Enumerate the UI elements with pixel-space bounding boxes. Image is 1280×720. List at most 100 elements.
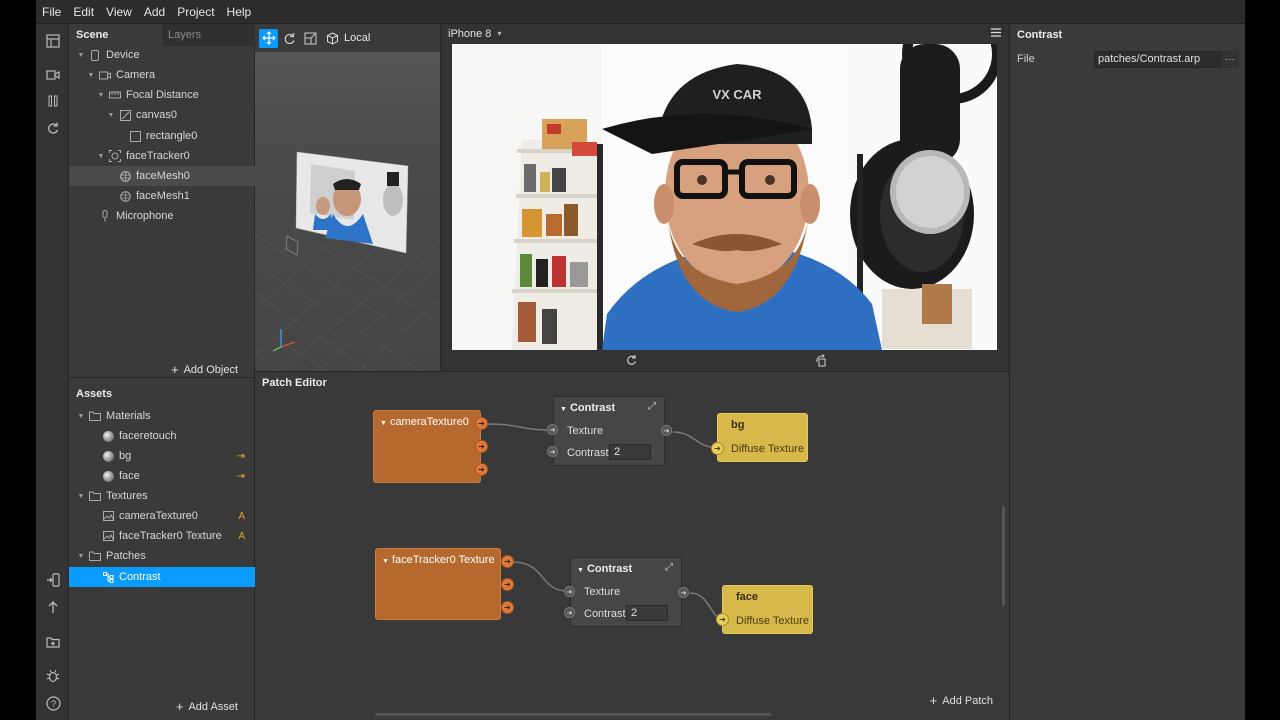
expand-icon[interactable]: ▼ bbox=[106, 112, 116, 119]
expand-icon[interactable]: ▼ bbox=[76, 553, 86, 560]
output-port[interactable]: ➔ bbox=[678, 587, 689, 598]
output-port[interactable]: ➔ bbox=[501, 578, 514, 591]
help-icon[interactable]: ? bbox=[43, 693, 63, 713]
node-contrast-1[interactable]: ▼ Contrast ⤢ Texture Contrast 2 bbox=[553, 396, 665, 466]
menu-edit[interactable]: Edit bbox=[73, 5, 94, 19]
asset-folder-patches[interactable]: ▼ Patches bbox=[69, 546, 255, 566]
asset-item-face[interactable]: face ⇥ bbox=[69, 466, 255, 486]
add-asset-button[interactable]: + Add Asset bbox=[176, 699, 238, 714]
more-options-button[interactable]: ··· bbox=[1221, 50, 1239, 68]
add-patch-button[interactable]: + Add Patch bbox=[930, 693, 993, 708]
expand-icon[interactable]: ▼ bbox=[76, 52, 86, 59]
tree-item-microphone[interactable]: Microphone bbox=[69, 206, 255, 226]
menu-file[interactable]: File bbox=[42, 5, 61, 19]
node-contrast-2[interactable]: ▼ Contrast ⤢ Texture Contrast 2 bbox=[570, 557, 682, 627]
tree-label: Camera bbox=[116, 69, 156, 81]
layout-icon[interactable] bbox=[43, 31, 63, 51]
hamburger-menu-icon[interactable] bbox=[991, 28, 1001, 37]
asset-item-contrast[interactable]: Contrast bbox=[69, 567, 255, 587]
node-camera-texture[interactable]: ▼ cameraTexture0 bbox=[373, 410, 481, 483]
asset-item-cameratexture0[interactable]: cameraTexture0 A bbox=[69, 506, 255, 526]
plus-icon: + bbox=[929, 693, 938, 708]
assets-panel: Assets ▼ Materials faceretouch bg ⇥ face… bbox=[69, 377, 255, 720]
patch-horizontal-scrollbar[interactable] bbox=[375, 713, 771, 716]
patch-vertical-scrollbar[interactable] bbox=[1002, 506, 1005, 606]
tree-item-facetracker0[interactable]: ▼ faceTracker0 bbox=[69, 146, 255, 166]
asset-label: Textures bbox=[106, 490, 148, 502]
input-port-texture[interactable]: ➔ bbox=[564, 586, 575, 597]
viewport-panel[interactable]: Local bbox=[255, 24, 441, 371]
camera-icon bbox=[99, 69, 111, 81]
asset-folder-textures[interactable]: ▼ Textures bbox=[69, 486, 255, 506]
tree-item-focal-distance[interactable]: ▼ Focal Distance bbox=[69, 85, 255, 105]
tree-item-facemesh1[interactable]: faceMesh1 bbox=[69, 186, 255, 206]
expand-icon[interactable]: ▼ bbox=[96, 92, 106, 99]
expand-icon[interactable]: ▼ bbox=[76, 413, 86, 420]
video-icon[interactable] bbox=[43, 65, 63, 85]
scale-icon[interactable] bbox=[301, 29, 320, 48]
expand-node-icon[interactable]: ⤢ bbox=[648, 401, 656, 412]
cube-icon bbox=[327, 31, 338, 45]
folder-icon bbox=[89, 550, 101, 562]
tree-item-camera[interactable]: ▼ Camera bbox=[69, 65, 255, 85]
asset-item-faceretouch[interactable]: faceretouch bbox=[69, 426, 255, 446]
pause-icon[interactable] bbox=[43, 91, 63, 111]
collapse-icon[interactable]: ▼ bbox=[577, 567, 584, 574]
asset-folder-materials[interactable]: ▼ Materials bbox=[69, 406, 255, 426]
upload-icon[interactable] bbox=[43, 597, 63, 617]
asset-item-facetracker0-texture[interactable]: faceTracker0 Texture A bbox=[69, 526, 255, 546]
node-facetracker-texture[interactable]: ▼ faceTracker0 Texture bbox=[375, 548, 501, 620]
contrast-value-field[interactable]: 2 bbox=[626, 605, 668, 621]
collapse-icon[interactable]: ▼ bbox=[382, 558, 389, 565]
input-port-diffuse-texture[interactable]: ➔ bbox=[711, 442, 724, 455]
port-label-contrast: Contrast bbox=[584, 608, 626, 620]
expand-icon[interactable]: ▼ bbox=[86, 72, 96, 79]
output-port[interactable]: ➔ bbox=[501, 601, 514, 614]
local-space-toggle[interactable]: Local bbox=[326, 31, 370, 45]
rotate-icon[interactable] bbox=[280, 29, 299, 48]
inspector-file-row: File patches/Contrast.arp ··· bbox=[1010, 50, 1245, 68]
move-icon[interactable] bbox=[259, 28, 278, 48]
collapse-icon[interactable]: ▼ bbox=[380, 420, 387, 427]
node-material-face[interactable]: face Diffuse Texture bbox=[722, 585, 813, 634]
tree-item-facemesh0[interactable]: faceMesh0 bbox=[69, 166, 255, 186]
tree-item-rectangle0[interactable]: rectangle0 bbox=[69, 126, 255, 146]
menu-view[interactable]: View bbox=[106, 5, 132, 19]
camera-preview-image: VX CAR bbox=[452, 44, 997, 350]
bug-icon[interactable] bbox=[43, 666, 63, 686]
asset-item-bg[interactable]: bg ⇥ bbox=[69, 446, 255, 466]
send-to-device-icon[interactable] bbox=[43, 570, 63, 590]
input-port-contrast[interactable]: ➔ bbox=[547, 446, 558, 457]
menu-help[interactable]: Help bbox=[227, 5, 252, 19]
input-port-texture[interactable]: ➔ bbox=[547, 424, 558, 435]
contrast-value-field[interactable]: 2 bbox=[609, 444, 651, 460]
expand-node-icon[interactable]: ⤢ bbox=[665, 562, 673, 573]
face-mesh-icon bbox=[119, 190, 131, 202]
tree-item-canvas0[interactable]: ▼ canvas0 bbox=[69, 105, 255, 125]
output-port[interactable]: ➔ bbox=[475, 417, 488, 430]
input-port-contrast[interactable]: ➔ bbox=[564, 607, 575, 618]
tab-layers[interactable]: Layers bbox=[162, 24, 255, 46]
output-port[interactable]: ➔ bbox=[475, 440, 488, 453]
collapse-icon[interactable]: ▼ bbox=[560, 406, 567, 413]
output-port[interactable]: ➔ bbox=[501, 555, 514, 568]
file-path-field[interactable]: patches/Contrast.arp bbox=[1094, 50, 1221, 68]
expand-icon[interactable]: ▼ bbox=[96, 153, 106, 160]
rotate-device-icon[interactable] bbox=[815, 354, 827, 367]
menu-add[interactable]: Add bbox=[144, 5, 165, 19]
device-selector[interactable]: iPhone 8 ▾ bbox=[441, 24, 1009, 43]
viewport-grid bbox=[255, 151, 440, 371]
tree-item-device[interactable]: ▼ Device bbox=[69, 45, 255, 65]
patch-editor-panel[interactable]: Patch Editor ▼ cameraTexture0 ➔ ➔ ➔ ▼ Cont… bbox=[255, 371, 1009, 720]
menu-project[interactable]: Project bbox=[177, 5, 214, 19]
output-port[interactable]: ➔ bbox=[475, 463, 488, 476]
refresh-icon[interactable] bbox=[43, 118, 63, 138]
output-port[interactable]: ➔ bbox=[661, 425, 672, 436]
rotate-camera-icon[interactable] bbox=[625, 354, 637, 366]
face-mesh-icon bbox=[119, 170, 131, 182]
expand-icon[interactable]: ▼ bbox=[76, 493, 86, 500]
add-folder-icon[interactable] bbox=[43, 632, 63, 652]
input-port-diffuse-texture[interactable]: ➔ bbox=[716, 613, 729, 626]
add-object-button[interactable]: + Add Object bbox=[171, 362, 238, 377]
node-material-bg[interactable]: bg Diffuse Texture bbox=[717, 413, 808, 462]
